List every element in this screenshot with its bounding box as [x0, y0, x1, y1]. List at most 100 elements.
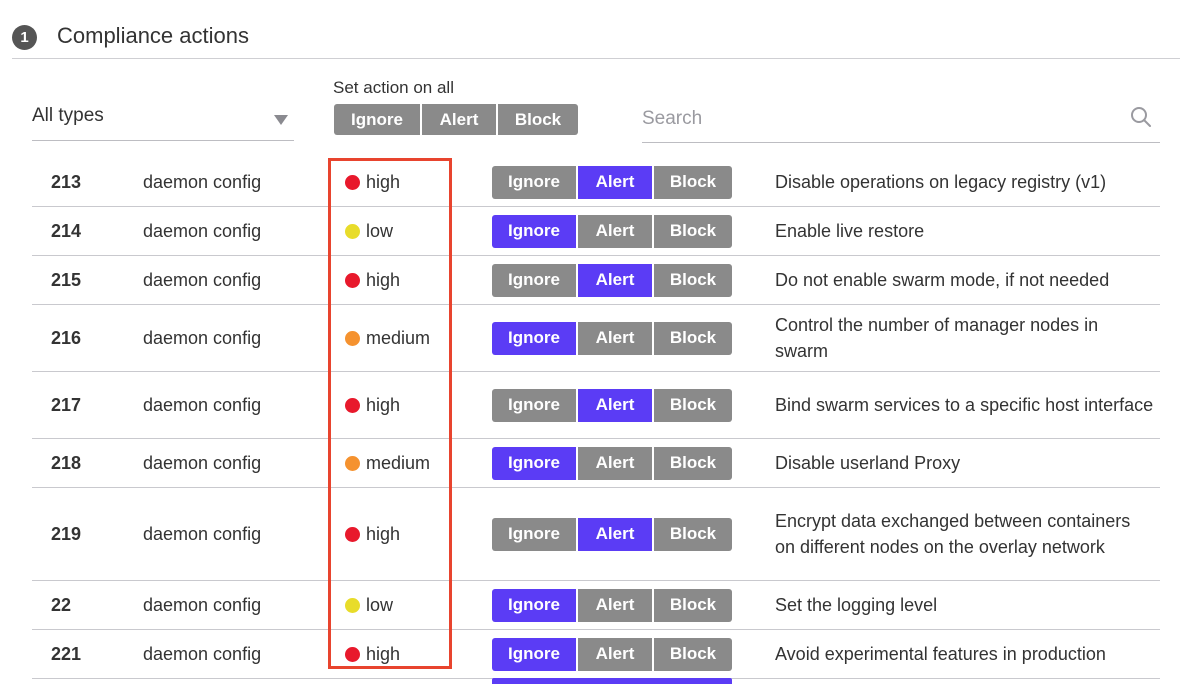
table-row: 219 daemon config high Ignore Alert Bloc… — [32, 488, 1160, 581]
action-selector: Ignore Alert Block — [492, 630, 732, 678]
rule-type: daemon config — [143, 220, 262, 241]
action-ignore-button[interactable]: Ignore — [492, 165, 578, 199]
action-alert-button[interactable]: Alert — [578, 388, 654, 422]
step-number-badge: 1 — [12, 25, 37, 50]
rule-id: 217 — [51, 394, 82, 415]
action-alert-button[interactable]: Alert — [578, 214, 654, 248]
rule-id: 219 — [51, 523, 82, 544]
table-row: 213 daemon config high Ignore Alert Bloc… — [32, 158, 1160, 207]
action-selector: Ignore Alert Block — [492, 207, 732, 255]
rule-type: daemon config — [143, 452, 262, 473]
table-row: 221 daemon config high Ignore Alert Bloc… — [32, 630, 1160, 679]
action-selector: Ignore Alert Block — [492, 581, 732, 629]
severity-dot-icon — [345, 455, 360, 471]
rule-description: Disable userland Proxy — [775, 453, 961, 473]
section-title: Compliance actions — [57, 23, 249, 48]
action-selector: Ignore Alert Block — [492, 372, 732, 438]
action-ignore-button[interactable]: Ignore — [492, 446, 578, 480]
set-all-block-button[interactable]: Block — [498, 104, 578, 135]
set-all-action-group: Ignore Alert Block — [334, 104, 578, 135]
table-row: 22 daemon config low Ignore Alert Block … — [32, 581, 1160, 630]
action-block-button[interactable]: Block — [654, 517, 732, 551]
set-action-on-all-label: Set action on all — [333, 78, 454, 97]
action-ignore-button[interactable]: Ignore — [492, 263, 578, 297]
action-alert-button[interactable]: Alert — [578, 517, 654, 551]
action-alert-button[interactable]: Alert — [578, 321, 654, 355]
rule-id: 22 — [51, 594, 72, 615]
rule-type: daemon config — [143, 523, 262, 544]
set-all-alert-button[interactable]: Alert — [422, 104, 498, 135]
action-ignore-button[interactable]: Ignore — [492, 214, 578, 248]
rule-description: Control the number of manager nodes in s… — [775, 315, 1099, 361]
severity: medium — [345, 305, 430, 371]
severity-dot-icon — [345, 397, 360, 413]
table-row: 218 daemon config medium Ignore Alert Bl… — [32, 439, 1160, 488]
severity-label: low — [366, 594, 394, 615]
action-block-button[interactable]: Block — [654, 446, 732, 480]
action-block-button[interactable]: Block — [654, 321, 732, 355]
search-input[interactable] — [642, 104, 1112, 134]
search-box — [642, 100, 1160, 143]
rule-type: daemon config — [143, 171, 262, 192]
action-block-button[interactable]: Block — [654, 263, 732, 297]
table-row: 215 daemon config high Ignore Alert Bloc… — [32, 256, 1160, 305]
rule-type: daemon config — [143, 394, 262, 415]
severity: high — [345, 372, 400, 438]
rule-id: 214 — [51, 220, 82, 241]
severity-label: medium — [366, 327, 431, 348]
action-selector: Ignore Alert Block — [492, 158, 732, 206]
rule-description: Avoid experimental features in productio… — [775, 644, 1106, 664]
action-ignore-button[interactable]: Ignore — [492, 517, 578, 551]
action-selector: Ignore Alert Block — [492, 439, 732, 487]
action-block-button[interactable]: Block — [654, 388, 732, 422]
action-alert-button[interactable]: Alert — [578, 165, 654, 199]
rule-description: Bind swarm services to a specific host i… — [775, 395, 1154, 415]
rule-description: Encrypt data exchanged between container… — [775, 511, 1131, 557]
severity-dot-icon — [345, 330, 360, 346]
rule-description: Enable live restore — [775, 221, 925, 241]
action-alert-button[interactable]: Alert — [578, 446, 654, 480]
severity-label: high — [366, 269, 401, 290]
rule-id: 221 — [51, 643, 82, 664]
rule-type: daemon config — [143, 594, 262, 615]
set-all-ignore-button[interactable]: Ignore — [334, 104, 422, 135]
severity-label: high — [366, 171, 401, 192]
action-block-button[interactable]: Block — [654, 588, 732, 622]
search-icon[interactable] — [1130, 106, 1152, 128]
action-ignore-button[interactable]: Ignore — [492, 588, 578, 622]
action-block-button[interactable]: Block — [654, 165, 732, 199]
action-alert-button[interactable]: Alert — [578, 588, 654, 622]
action-alert-button[interactable]: Alert — [578, 263, 654, 297]
rule-type: daemon config — [143, 643, 262, 664]
action-block-button[interactable]: Block — [654, 214, 732, 248]
severity: low — [345, 207, 393, 255]
severity: medium — [345, 439, 430, 487]
severity: high — [345, 630, 400, 678]
action-block-button[interactable]: Block — [654, 637, 732, 671]
chevron-down-icon[interactable] — [274, 115, 288, 125]
table-row: 217 daemon config high Ignore Alert Bloc… — [32, 372, 1160, 439]
next-row-partial — [492, 678, 732, 684]
section-header: 1 Compliance actions — [12, 22, 1180, 59]
rule-description: Do not enable swarm mode, if not needed — [775, 270, 1110, 290]
rule-description: Disable operations on legacy registry (v… — [775, 172, 1107, 192]
action-selector: Ignore Alert Block — [492, 305, 732, 371]
rule-description: Set the logging level — [775, 595, 938, 615]
severity: low — [345, 581, 393, 629]
action-alert-button[interactable]: Alert — [578, 637, 654, 671]
severity: high — [345, 158, 400, 206]
action-ignore-button[interactable]: Ignore — [492, 321, 578, 355]
severity-dot-icon — [345, 646, 360, 662]
severity-dot-icon — [345, 526, 360, 542]
severity-dot-icon — [345, 223, 360, 239]
rule-id: 218 — [51, 452, 82, 473]
severity-label: high — [366, 643, 401, 664]
severity-dot-icon — [345, 174, 360, 190]
type-filter-dropdown[interactable]: All types — [32, 100, 294, 141]
compliance-rules-table: 213 daemon config high Ignore Alert Bloc… — [32, 158, 1160, 679]
table-row: 216 daemon config medium Ignore Alert Bl… — [32, 305, 1160, 372]
severity-label: high — [366, 523, 401, 544]
action-ignore-button[interactable]: Ignore — [492, 637, 578, 671]
action-ignore-button[interactable]: Ignore — [492, 388, 578, 422]
rule-id: 213 — [51, 171, 82, 192]
